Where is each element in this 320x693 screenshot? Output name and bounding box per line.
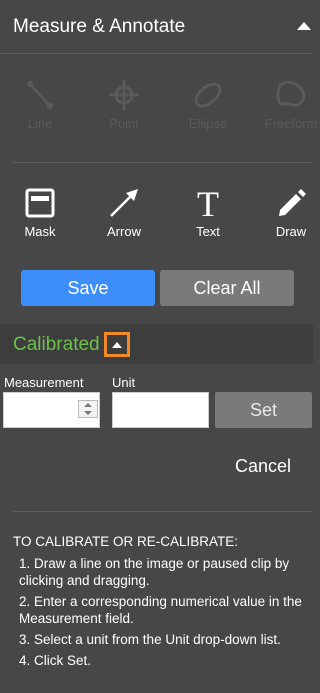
line-tool-button[interactable]: Line bbox=[10, 78, 70, 131]
instructions-list: 1. Draw a line on the image or paused cl… bbox=[13, 555, 309, 669]
freeform-tool-button[interactable]: Freeform bbox=[261, 78, 320, 131]
point-tool-button[interactable]: Point bbox=[94, 78, 154, 131]
spinner-up-icon[interactable] bbox=[84, 403, 92, 407]
mask-tool-label: Mask bbox=[24, 224, 56, 239]
measurement-spinner[interactable] bbox=[78, 400, 98, 418]
caret-up-icon bbox=[112, 342, 122, 348]
text-icon: T bbox=[197, 186, 219, 220]
text-tool-label: Text bbox=[196, 224, 220, 239]
draw-tool-button[interactable]: Draw bbox=[261, 186, 320, 239]
draw-tool-label: Draw bbox=[275, 224, 307, 239]
measurement-label: Measurement bbox=[4, 375, 84, 390]
instructions-heading: TO CALIBRATE OR RE-CALIBRATE: bbox=[13, 534, 239, 549]
unit-input[interactable] bbox=[112, 392, 209, 428]
mask-tool-button[interactable]: Mask bbox=[10, 186, 70, 239]
instruction-step: 1. Draw a line on the image or paused cl… bbox=[19, 556, 290, 588]
unit-label: Unit bbox=[112, 375, 136, 390]
arrow-icon bbox=[110, 189, 138, 217]
calibrated-status: Calibrated bbox=[13, 334, 100, 355]
arrow-tool-label: Arrow bbox=[107, 224, 141, 239]
save-button[interactable]: Save bbox=[21, 270, 155, 306]
set-button[interactable]: Set bbox=[215, 392, 312, 428]
pencil-icon bbox=[279, 189, 306, 216]
svg-text:T: T bbox=[197, 186, 219, 220]
calibration-instructions: TO CALIBRATE OR RE-CALIBRATE: 1. Draw a … bbox=[13, 533, 309, 673]
spinner-down-icon[interactable] bbox=[84, 411, 92, 415]
instruction-step: 4. Click Set. bbox=[19, 653, 92, 668]
caret-up-icon[interactable] bbox=[297, 22, 311, 30]
freeform-icon bbox=[276, 80, 306, 107]
ellipse-tool-button[interactable]: Ellipse bbox=[178, 78, 238, 131]
calibration-toggle-button[interactable] bbox=[104, 332, 130, 357]
line-icon bbox=[27, 81, 53, 109]
arrow-tool-button[interactable]: Arrow bbox=[94, 186, 154, 239]
point-tool-label: Point bbox=[109, 116, 139, 131]
instruction-step: 3. Select a unit from the Unit drop-down… bbox=[19, 632, 281, 647]
instructions-divider bbox=[13, 511, 313, 512]
instruction-step: 2. Enter a corresponding numerical value… bbox=[19, 594, 302, 626]
mask-icon bbox=[25, 188, 55, 218]
ellipse-icon bbox=[194, 82, 222, 108]
clear-all-button[interactable]: Clear All bbox=[160, 270, 294, 306]
calibration-header: Calibrated bbox=[0, 324, 313, 364]
panel-header: Measure & Annotate bbox=[0, 0, 313, 54]
point-icon bbox=[109, 80, 139, 110]
text-tool-button[interactable]: T Text bbox=[178, 186, 238, 239]
cancel-button[interactable]: Cancel bbox=[220, 456, 306, 478]
panel-title: Measure & Annotate bbox=[13, 16, 186, 37]
freeform-tool-label: Freeform bbox=[264, 116, 318, 131]
line-tool-label: Line bbox=[27, 116, 53, 131]
tools-divider bbox=[13, 162, 313, 163]
ellipse-tool-label: Ellipse bbox=[188, 116, 228, 131]
